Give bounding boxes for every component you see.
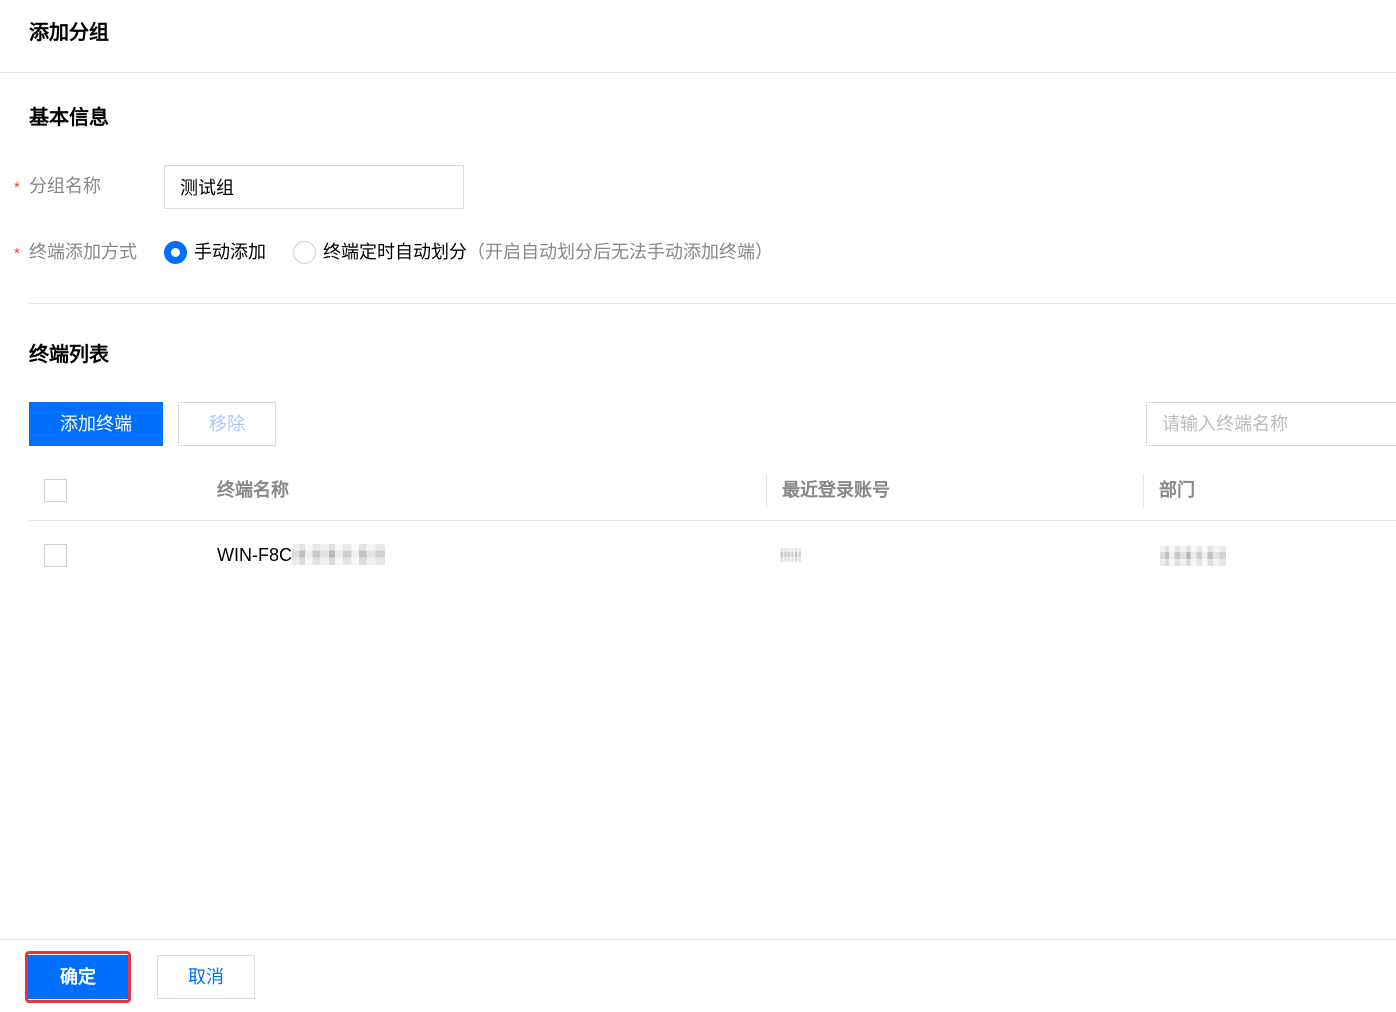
radio-manual-add[interactable]	[164, 240, 187, 264]
dialog-header: 添加分组	[0, 0, 1396, 73]
footer-divider	[0, 939, 1396, 940]
column-resize-handle[interactable]	[766, 474, 767, 508]
redacted-mosaic	[292, 544, 385, 566]
terminal-list-section-title: 终端列表	[29, 344, 109, 366]
terminal-name-text: WIN-F8C	[217, 545, 292, 565]
column-header-last-login-account[interactable]: 最近登录账号	[782, 460, 890, 520]
radio-auto-assign-label[interactable]: 终端定时自动划分	[323, 239, 467, 265]
cancel-button[interactable]: 取消	[157, 955, 255, 999]
terminal-name-cell: WIN-F8C	[217, 542, 385, 568]
radio-auto-assign[interactable]	[293, 240, 316, 264]
add-method-label: 终端添加方式	[29, 242, 137, 262]
required-mark: *	[14, 179, 20, 196]
table-row[interactable]: WIN-F8C	[29, 521, 1396, 591]
auto-assign-hint: （开启自动划分后无法手动添加终端）	[467, 242, 773, 262]
radio-manual-add-label[interactable]: 手动添加	[194, 239, 266, 265]
required-mark: *	[14, 245, 20, 262]
add-terminal-button[interactable]: 添加终端	[29, 402, 163, 446]
confirm-button[interactable]: 确定	[28, 955, 128, 999]
basic-info-section-title: 基本信息	[29, 107, 109, 129]
section-divider	[29, 303, 1396, 304]
row-checkbox[interactable]	[44, 544, 67, 567]
group-name-input[interactable]	[164, 165, 464, 209]
redacted-department-mosaic	[1160, 546, 1226, 566]
column-resize-handle[interactable]	[1143, 474, 1144, 508]
redacted-account-mosaic	[780, 548, 801, 562]
dialog-title: 添加分组	[29, 22, 109, 44]
add-method-radio-group: 手动添加 终端定时自动划分 （开启自动划分后无法手动添加终端）	[164, 239, 773, 265]
terminal-search-input[interactable]	[1146, 402, 1396, 446]
table-header-row: 终端名称 最近登录账号 部门	[29, 460, 1396, 521]
terminal-table: 终端名称 最近登录账号 部门 WIN-F8C	[29, 460, 1396, 591]
column-header-terminal-name[interactable]: 终端名称	[217, 460, 289, 520]
group-name-label: 分组名称	[29, 176, 101, 196]
remove-button[interactable]: 移除	[178, 402, 276, 446]
select-all-checkbox[interactable]	[44, 479, 67, 502]
column-header-department[interactable]: 部门	[1159, 460, 1195, 520]
